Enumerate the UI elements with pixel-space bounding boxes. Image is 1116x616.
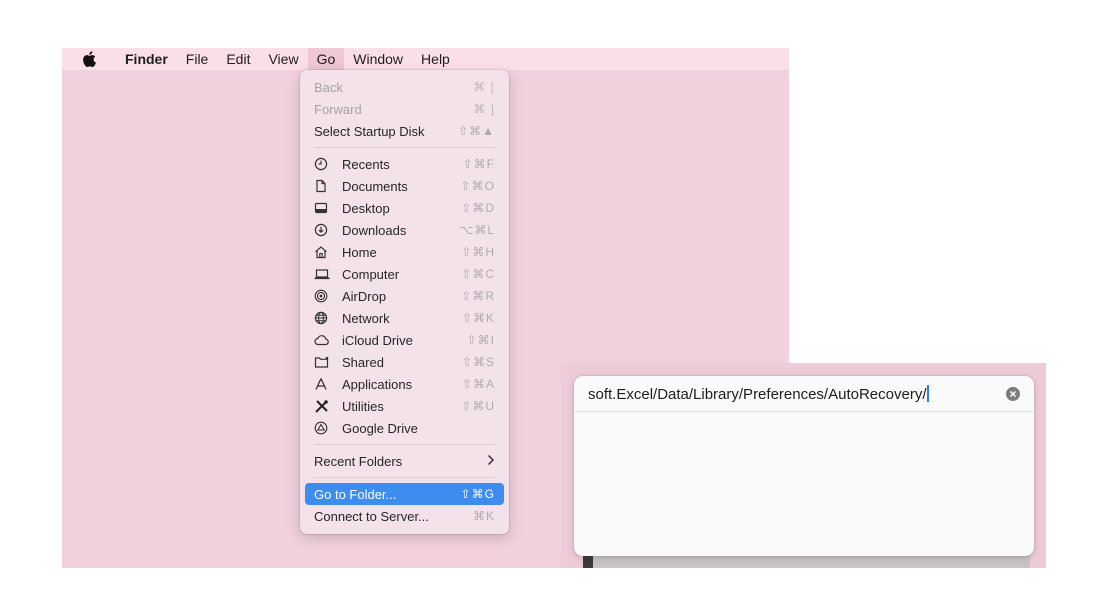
menu-item-label: Connect to Server... xyxy=(314,508,429,524)
apple-menu[interactable] xyxy=(62,51,116,67)
menu-item-forward[interactable]: Forward ⌘ ] xyxy=(305,98,504,120)
menu-item-desktop[interactable]: Desktop ⇧⌘D xyxy=(305,197,504,219)
tools-icon xyxy=(315,399,328,413)
menu-item-label: Home xyxy=(342,244,377,260)
menu-item-shortcut: ⇧⌘▲ xyxy=(458,124,495,138)
airdrop-icon xyxy=(314,289,328,303)
menu-item-label: Desktop xyxy=(342,200,390,216)
menu-item-recent-folders[interactable]: Recent Folders xyxy=(305,450,504,472)
menu-item-network[interactable]: Network ⇧⌘K xyxy=(305,307,504,329)
menu-separator xyxy=(314,147,495,148)
menu-item-shortcut: ⌥⌘L xyxy=(459,223,495,237)
menu-item-icloud-drive[interactable]: iCloud Drive ⇧⌘I xyxy=(305,329,504,351)
menu-item-shortcut: ⌘K xyxy=(472,509,495,523)
menu-item-shared[interactable]: Shared ⇧⌘S xyxy=(305,351,504,373)
menu-item-select-startup-disk[interactable]: Select Startup Disk ⇧⌘▲ xyxy=(305,120,504,142)
menu-item-shortcut: ⇧⌘C xyxy=(461,267,495,281)
menu-item-label: Select Startup Disk xyxy=(314,123,425,139)
menu-separator xyxy=(314,444,495,445)
menu-item-shortcut: ⇧⌘F xyxy=(462,157,495,171)
menu-item-recents[interactable]: Recents ⇧⌘F xyxy=(305,153,504,175)
home-icon xyxy=(315,246,327,259)
chevron-right-icon xyxy=(487,453,495,469)
menu-item-back[interactable]: Back ⌘ [ xyxy=(305,76,504,98)
applications-icon xyxy=(315,378,327,390)
text-caret xyxy=(927,384,930,402)
menu-view[interactable]: View xyxy=(259,48,307,70)
menu-item-shortcut: ⇧⌘A xyxy=(461,377,495,391)
menu-item-shortcut: ⇧⌘H xyxy=(461,245,495,259)
path-input-bar[interactable]: soft.Excel/Data/Library/Preferences/Auto… xyxy=(574,376,1034,412)
download-icon xyxy=(314,223,328,237)
desktop-icon xyxy=(314,202,328,214)
globe-icon xyxy=(314,311,328,325)
menu-item-shortcut: ⇧⌘D xyxy=(461,201,495,215)
menu-item-shortcut: ⇧⌘S xyxy=(461,355,495,369)
go-to-folder-dialog: soft.Excel/Data/Library/Preferences/Auto… xyxy=(574,376,1034,556)
folder-path-input[interactable]: soft.Excel/Data/Library/Preferences/Auto… xyxy=(588,384,998,403)
laptop-icon xyxy=(314,269,330,280)
menu-item-applications[interactable]: Applications ⇧⌘A xyxy=(305,373,504,395)
go-menu-dropdown: Back ⌘ [ Forward ⌘ ] Select Startup Disk… xyxy=(300,70,509,534)
menu-item-label: Recent Folders xyxy=(314,453,403,469)
menu-item-label: Documents xyxy=(342,178,408,194)
menu-item-shortcut: ⇧⌘O xyxy=(460,179,495,193)
menu-item-label: Recents xyxy=(342,156,390,172)
menu-item-label: Network xyxy=(342,310,390,326)
clear-circle-icon xyxy=(1009,390,1017,397)
menu-help[interactable]: Help xyxy=(412,48,459,70)
menu-item-label: AirDrop xyxy=(342,288,387,304)
menu-window[interactable]: Window xyxy=(344,48,412,70)
apple-logo-icon xyxy=(83,51,96,67)
menu-item-label: Go to Folder... xyxy=(314,486,397,502)
menu-item-computer[interactable]: Computer ⇧⌘C xyxy=(305,263,504,285)
google-drive-icon xyxy=(314,421,328,435)
menu-item-downloads[interactable]: Downloads ⌥⌘L xyxy=(305,219,504,241)
menu-item-label: Applications xyxy=(342,376,413,392)
menu-item-label: Utilities xyxy=(342,398,384,414)
menu-item-connect-to-server[interactable]: Connect to Server... ⌘K xyxy=(305,505,504,527)
menu-item-label: Downloads xyxy=(342,222,407,238)
menu-item-label: Forward xyxy=(314,101,362,117)
menu-edit[interactable]: Edit xyxy=(217,48,259,70)
document-icon xyxy=(316,179,326,193)
menu-item-shortcut: ⇧⌘G xyxy=(460,487,495,501)
menu-item-shortcut: ⌘ ] xyxy=(473,102,495,116)
menu-item-shortcut: ⇧⌘U xyxy=(461,399,495,413)
menu-separator xyxy=(314,477,495,478)
menu-item-label: Computer xyxy=(342,266,400,282)
menu-file[interactable]: File xyxy=(177,48,218,70)
menu-item-go-to-folder[interactable]: Go to Folder... ⇧⌘G xyxy=(305,483,504,505)
menu-item-shortcut: ⇧⌘K xyxy=(461,311,495,325)
shared-folder-icon xyxy=(314,356,329,368)
menu-item-utilities[interactable]: Utilities ⇧⌘U xyxy=(305,395,504,417)
menu-item-documents[interactable]: Documents ⇧⌘O xyxy=(305,175,504,197)
menu-go[interactable]: Go xyxy=(307,48,345,70)
menu-item-shortcut: ⌘ [ xyxy=(473,80,495,94)
menu-item-label: iCloud Drive xyxy=(342,332,413,348)
menu-finder[interactable]: Finder xyxy=(116,48,177,70)
suggestions-list xyxy=(574,412,1034,556)
menu-item-shortcut: ⇧⌘I xyxy=(466,333,495,347)
menu-item-label: Shared xyxy=(342,354,384,370)
window-edge xyxy=(583,555,1030,568)
menu-bar: Finder File Edit View Go Window Help xyxy=(62,48,789,70)
folder-path-value: soft.Excel/Data/Library/Preferences/Auto… xyxy=(588,385,927,403)
menu-item-shortcut: ⇧⌘R xyxy=(461,289,495,303)
menu-item-google-drive[interactable]: Google Drive xyxy=(305,417,504,439)
menu-item-home[interactable]: Home ⇧⌘H xyxy=(305,241,504,263)
menu-item-label: Back xyxy=(314,79,343,95)
menu-item-airdrop[interactable]: AirDrop ⇧⌘R xyxy=(305,285,504,307)
clear-path-button[interactable] xyxy=(1006,386,1020,401)
clock-icon xyxy=(314,157,328,171)
cloud-icon xyxy=(314,335,329,346)
menu-item-label: Google Drive xyxy=(342,420,418,436)
